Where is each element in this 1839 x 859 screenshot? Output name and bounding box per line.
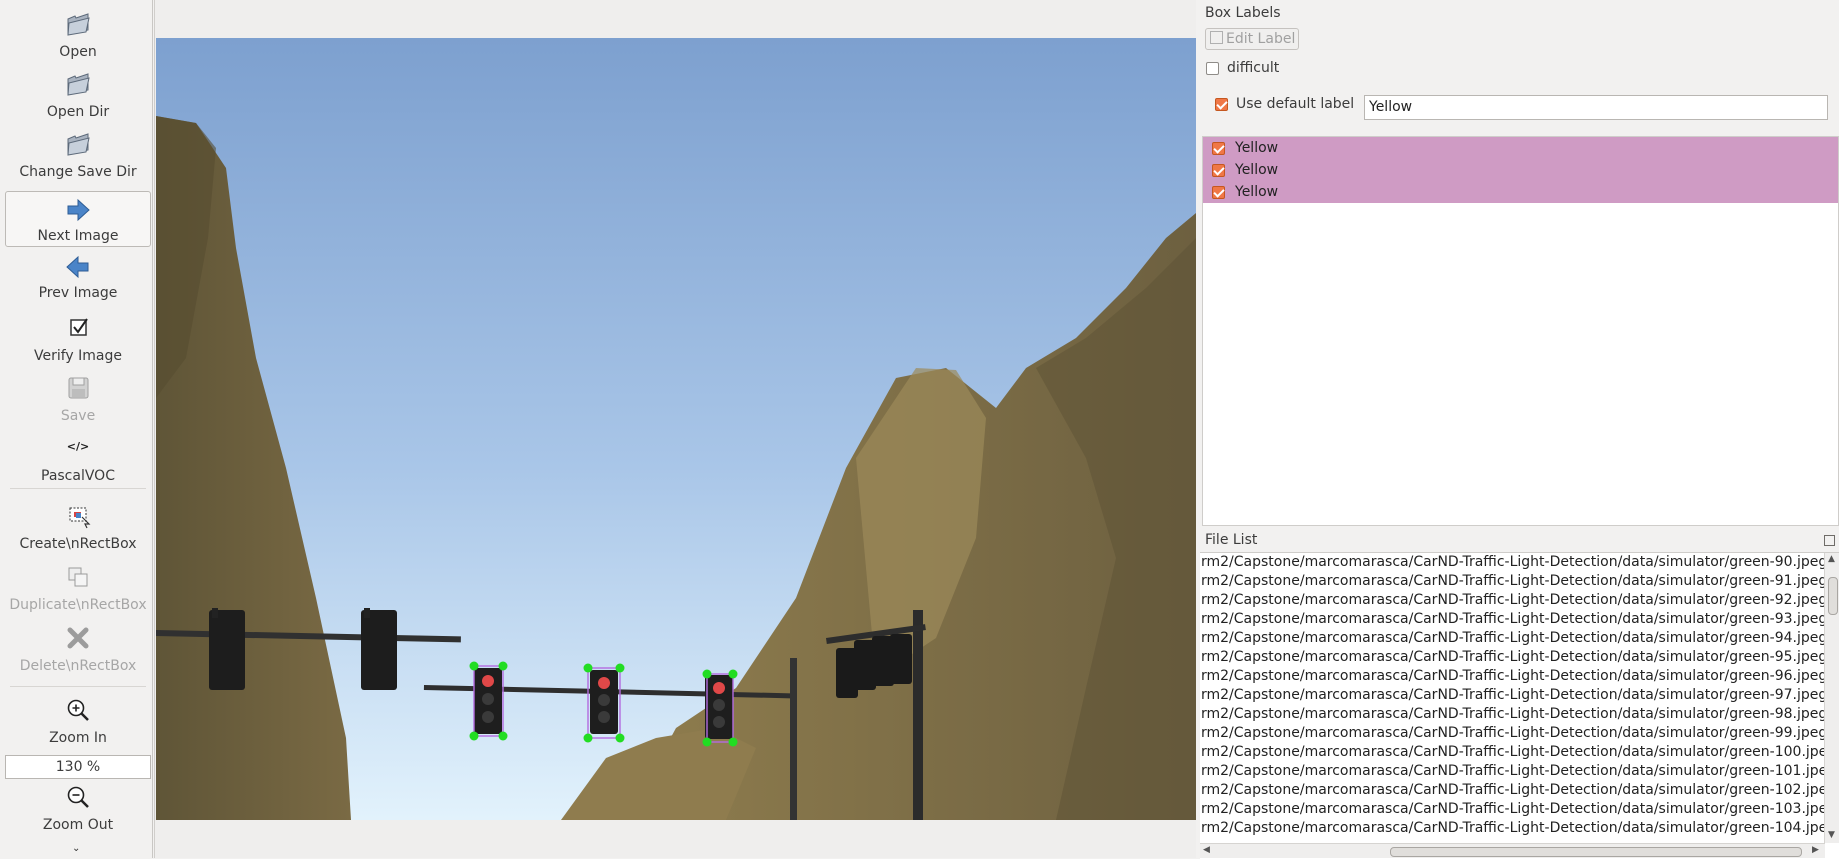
- zoom-out-icon: [67, 786, 89, 808]
- label-text: Yellow: [1235, 140, 1279, 156]
- format-toggle-button[interactable]: </> PascalVOC: [5, 436, 151, 484]
- use-default-label-checkbox[interactable]: [1215, 97, 1228, 111]
- scroll-down-icon[interactable]: ▼: [1828, 830, 1835, 840]
- file-list-item[interactable]: rm2/Capstone/marcomarasca/CarND-Traffic-…: [1200, 724, 1839, 743]
- verify-image-label: Verify Image: [33, 348, 122, 364]
- difficult-checkbox-row[interactable]: difficult: [1206, 60, 1279, 76]
- default-label-input[interactable]: Yellow: [1364, 95, 1828, 120]
- floppy-icon: [68, 377, 89, 399]
- prev-image-button[interactable]: Prev Image: [5, 253, 151, 301]
- scroll-right-icon[interactable]: ▶: [1812, 845, 1819, 855]
- annotation-image[interactable]: [156, 38, 1196, 820]
- scrollbar-thumb[interactable]: [1828, 577, 1838, 615]
- file-list-item[interactable]: rm2/Capstone/marcomarasca/CarND-Traffic-…: [1200, 553, 1839, 572]
- open-button[interactable]: Open: [5, 10, 151, 60]
- label-list-item[interactable]: Yellow: [1203, 137, 1838, 159]
- duplicate-icon: [68, 567, 88, 587]
- code-icon: </>: [66, 440, 90, 453]
- label-list[interactable]: Yellow Yellow Yellow: [1202, 136, 1839, 526]
- arrow-left-icon: [66, 255, 89, 279]
- edit-label-text: Edit Label: [1226, 31, 1296, 47]
- open-dir-button[interactable]: Open Dir: [5, 70, 151, 120]
- dock-float-icon[interactable]: [1824, 535, 1835, 546]
- toolbar-more-chevron-icon[interactable]: ⌄: [72, 843, 80, 854]
- traffic-light-3: [705, 675, 733, 739]
- label-list-item[interactable]: Yellow: [1203, 181, 1838, 203]
- zoom-in-label: Zoom In: [49, 730, 107, 746]
- file-list-item[interactable]: rm2/Capstone/marcomarasca/CarND-Traffic-…: [1200, 610, 1839, 629]
- zoom-in-icon: [67, 699, 89, 721]
- zoom-out-button[interactable]: Zoom Out: [5, 783, 151, 833]
- label-text: Yellow: [1235, 184, 1279, 200]
- file-list-title: File List: [1205, 532, 1258, 548]
- edit-label-button[interactable]: Edit Label: [1205, 28, 1299, 50]
- file-list-item[interactable]: rm2/Capstone/marcomarasca/CarND-Traffic-…: [1200, 819, 1839, 838]
- file-list-item[interactable]: rm2/Capstone/marcomarasca/CarND-Traffic-…: [1200, 667, 1839, 686]
- create-rect-box-label: Create\nRectBox: [19, 536, 137, 552]
- folder-icon: [67, 133, 90, 156]
- scroll-up-icon[interactable]: ▲: [1828, 554, 1835, 564]
- file-list[interactable]: rm2/Capstone/marcomarasca/CarND-Traffic-…: [1200, 552, 1839, 859]
- file-list-vertical-scrollbar[interactable]: ▲ ▼: [1824, 553, 1839, 843]
- label-checkbox[interactable]: [1212, 141, 1225, 155]
- scrollbar-thumb[interactable]: [1390, 847, 1802, 857]
- zoom-out-label: Zoom Out: [42, 817, 114, 833]
- change-save-dir-label: Change Save Dir: [19, 164, 137, 180]
- canvas-bottom-bar: [155, 820, 1196, 858]
- label-checkbox[interactable]: [1212, 185, 1225, 199]
- file-list-item[interactable]: rm2/Capstone/marcomarasca/CarND-Traffic-…: [1200, 743, 1839, 762]
- file-list-item[interactable]: rm2/Capstone/marcomarasca/CarND-Traffic-…: [1200, 629, 1839, 648]
- label-list-item[interactable]: Yellow: [1203, 159, 1838, 181]
- duplicate-rect-box-button[interactable]: Duplicate\nRectBox: [5, 563, 151, 613]
- file-list-item[interactable]: rm2/Capstone/marcomarasca/CarND-Traffic-…: [1200, 648, 1839, 667]
- file-list-item[interactable]: rm2/Capstone/marcomarasca/CarND-Traffic-…: [1200, 705, 1839, 724]
- prev-image-label: Prev Image: [38, 285, 118, 301]
- delete-rect-box-button[interactable]: Delete\nRectBox: [5, 624, 151, 674]
- open-dir-label: Open Dir: [46, 104, 110, 120]
- edit-icon: [1210, 31, 1223, 44]
- delete-x-icon: [67, 627, 89, 649]
- checkbox-icon: [70, 318, 88, 336]
- right-dock: Box Labels Edit Label difficult Use defa…: [1197, 0, 1839, 859]
- traffic-light-2: [590, 670, 618, 734]
- toolbar-divider: [10, 686, 146, 687]
- canvas-area[interactable]: [154, 0, 1196, 858]
- file-list-item[interactable]: rm2/Capstone/marcomarasca/CarND-Traffic-…: [1200, 686, 1839, 705]
- scene-image: [156, 38, 1196, 820]
- label-text: Yellow: [1235, 162, 1279, 178]
- file-list-horizontal-scrollbar[interactable]: ◀ ▶: [1200, 843, 1825, 858]
- delete-rect-box-label: Delete\nRectBox: [19, 658, 137, 674]
- file-list-item[interactable]: rm2/Capstone/marcomarasca/CarND-Traffic-…: [1200, 572, 1839, 591]
- traffic-light-1: [474, 668, 502, 734]
- use-default-label-row[interactable]: Use default label: [1215, 96, 1354, 112]
- scroll-left-icon[interactable]: ◀: [1203, 845, 1210, 855]
- file-list-item[interactable]: rm2/Capstone/marcomarasca/CarND-Traffic-…: [1200, 762, 1839, 781]
- difficult-checkbox[interactable]: [1206, 61, 1219, 75]
- open-label: Open: [59, 44, 97, 60]
- folder-icon: [67, 73, 90, 96]
- change-save-dir-button[interactable]: Change Save Dir: [5, 130, 151, 180]
- duplicate-rect-box-label: Duplicate\nRectBox: [9, 597, 147, 613]
- zoom-value-field[interactable]: 130 %: [5, 755, 151, 779]
- create-box-icon: [69, 507, 91, 529]
- save-button[interactable]: Save: [5, 374, 151, 424]
- toolbar-divider: [10, 488, 146, 489]
- next-image-button[interactable]: Next Image: [5, 191, 151, 247]
- save-label: Save: [60, 408, 96, 424]
- create-rect-box-button[interactable]: Create\nRectBox: [5, 502, 151, 552]
- file-list-item[interactable]: rm2/Capstone/marcomarasca/CarND-Traffic-…: [1200, 591, 1839, 610]
- zoom-in-button[interactable]: Zoom In: [5, 696, 151, 746]
- label-checkbox[interactable]: [1212, 163, 1225, 177]
- difficult-label: difficult: [1227, 60, 1280, 76]
- toolbar: Open Open Dir Change Save Dir Next Image…: [0, 0, 153, 858]
- arrow-right-icon: [67, 198, 90, 222]
- box-labels-title: Box Labels: [1205, 5, 1281, 21]
- next-image-label: Next Image: [37, 228, 119, 244]
- file-list-item[interactable]: rm2/Capstone/marcomarasca/CarND-Traffic-…: [1200, 800, 1839, 819]
- verify-image-button[interactable]: Verify Image: [5, 314, 151, 364]
- format-label: PascalVOC: [41, 468, 115, 484]
- use-default-label-text: Use default label: [1236, 96, 1355, 112]
- file-list-item[interactable]: rm2/Capstone/marcomarasca/CarND-Traffic-…: [1200, 781, 1839, 800]
- folder-icon: [67, 13, 90, 36]
